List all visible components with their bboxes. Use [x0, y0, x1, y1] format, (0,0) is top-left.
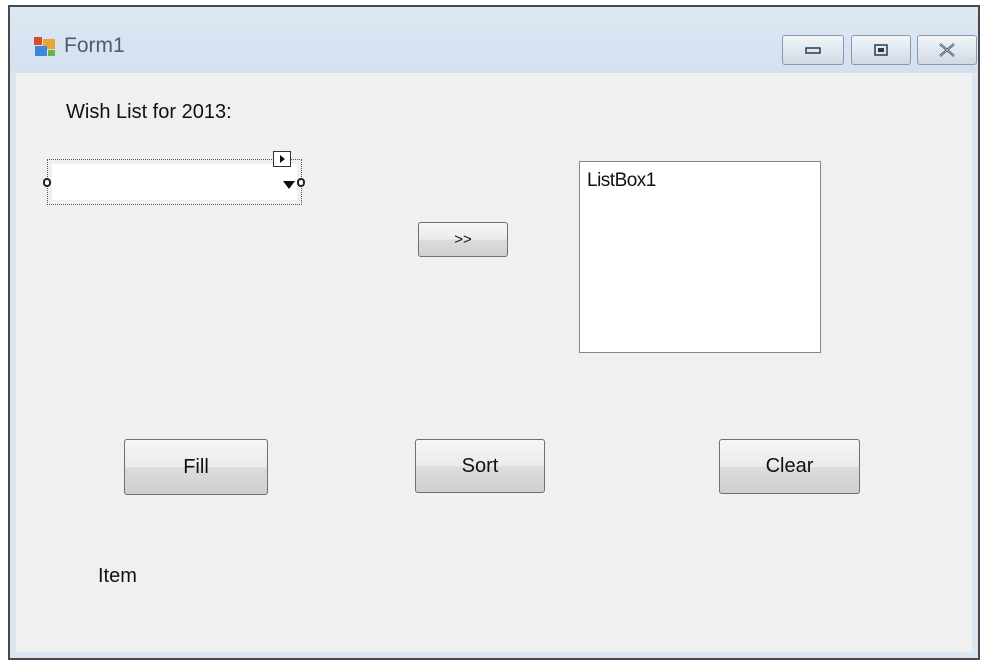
minimize-button[interactable] [782, 35, 844, 65]
resize-handle-right[interactable] [297, 178, 305, 187]
form-app-icon [34, 37, 55, 56]
move-to-list-button[interactable]: >> [418, 222, 508, 257]
screenshot-stage: Form1 Wish List for 2013: >> ListBox1 Fi… [0, 0, 986, 666]
combobox-selection-frame[interactable] [47, 159, 302, 205]
smart-tag-icon[interactable] [273, 151, 291, 167]
close-button[interactable] [917, 35, 977, 65]
close-icon [939, 43, 955, 57]
fill-button[interactable]: Fill [124, 439, 268, 495]
form-client-area: Wish List for 2013: >> ListBox1 Fill Sor… [16, 73, 972, 652]
maximize-icon [874, 44, 888, 56]
wish-combobox[interactable] [52, 164, 297, 200]
title-bar[interactable]: Form1 [10, 7, 978, 73]
listbox-name-text: ListBox1 [587, 170, 656, 191]
wish-list-heading: Wish List for 2013: [66, 101, 232, 123]
clear-button[interactable]: Clear [719, 439, 860, 494]
form-window: Form1 Wish List for 2013: >> ListBox1 Fi… [8, 5, 980, 660]
window-title: Form1 [64, 34, 125, 57]
wish-listbox[interactable]: ListBox1 [579, 161, 821, 353]
maximize-button[interactable] [851, 35, 911, 65]
item-label: Item [98, 565, 137, 587]
dropdown-arrow-icon[interactable] [283, 181, 295, 189]
sort-button[interactable]: Sort [415, 439, 545, 493]
minimize-icon [805, 47, 821, 54]
resize-handle-left[interactable] [43, 178, 51, 187]
